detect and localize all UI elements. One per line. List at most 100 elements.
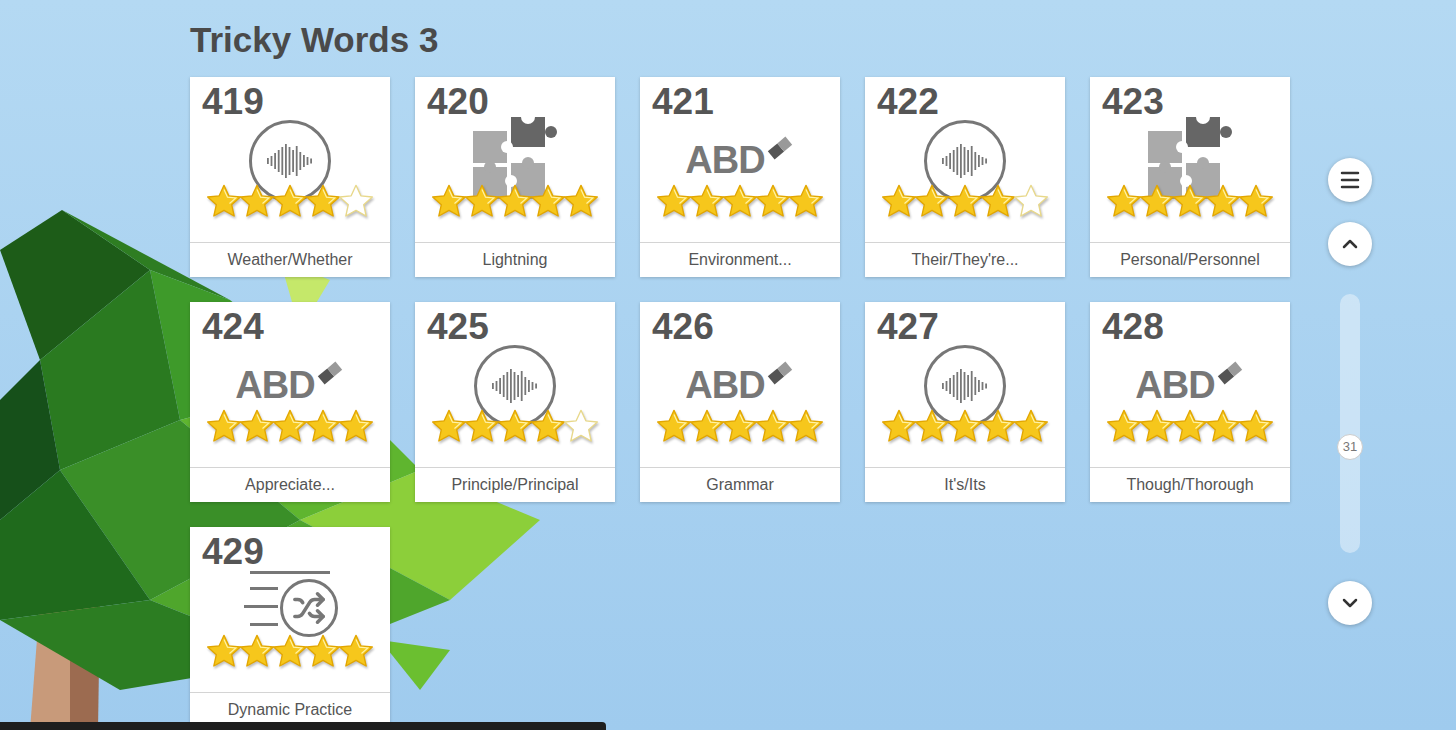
filled-star-icon: [428, 407, 470, 447]
filled-star-icon: [686, 182, 728, 222]
filled-star-icon: [1136, 407, 1178, 447]
lesson-grid: 419 Weather/Whether 420 Lightning 421ABDEnvi…: [190, 77, 1456, 727]
filled-star-icon: [203, 632, 245, 672]
star-rating: [1090, 407, 1290, 447]
shuffle-icon: [292, 591, 326, 625]
section-title: Tricky Words 3: [190, 20, 1456, 60]
star-rating: [415, 407, 615, 447]
lesson-number: 426: [640, 302, 840, 342]
filled-star-icon: [494, 407, 536, 447]
lesson-number: 424: [190, 302, 390, 342]
filled-star-icon: [977, 182, 1019, 222]
lesson-card[interactable]: 424ABDAppreciate...: [190, 302, 390, 502]
empty-star-icon: [1010, 182, 1052, 222]
lesson-card[interactable]: 421ABDEnvironment...: [640, 77, 840, 277]
lesson-number: 429: [190, 527, 390, 567]
empty-star-icon: [560, 407, 602, 447]
filled-star-icon: [302, 182, 344, 222]
lesson-card[interactable]: 429Dynamic Practice: [190, 527, 390, 727]
page: Tricky Words 3 419 Weather/Whether 420 Light…: [0, 0, 1456, 730]
lesson-label: Though/Thorough: [1090, 467, 1290, 502]
scroll-track[interactable]: 31: [1340, 294, 1360, 553]
spelling-icon: ABD: [1135, 366, 1244, 404]
filled-star-icon: [785, 182, 827, 222]
lesson-label: Lightning: [415, 242, 615, 277]
filled-star-icon: [494, 182, 536, 222]
star-rating: [1090, 182, 1290, 222]
lesson-label: Environment...: [640, 242, 840, 277]
filled-star-icon: [1103, 407, 1145, 447]
filled-star-icon: [752, 182, 794, 222]
filled-star-icon: [527, 182, 569, 222]
lesson-number: 428: [1090, 302, 1290, 342]
empty-star-icon: [335, 182, 377, 222]
lesson-card[interactable]: 420 Lightning: [415, 77, 615, 277]
star-rating: [190, 407, 390, 447]
filled-star-icon: [335, 407, 377, 447]
filled-star-icon: [944, 407, 986, 447]
scroll-up-button[interactable]: [1328, 222, 1372, 266]
filled-star-icon: [269, 182, 311, 222]
filled-star-icon: [269, 407, 311, 447]
chevron-up-icon: [1338, 232, 1362, 256]
filled-star-icon: [302, 407, 344, 447]
eraser-icon: [315, 358, 345, 388]
filled-star-icon: [236, 182, 278, 222]
filled-star-icon: [878, 182, 920, 222]
filled-star-icon: [236, 407, 278, 447]
lesson-label: Principle/Principal: [415, 467, 615, 502]
star-rating: [865, 182, 1065, 222]
spelling-icon: ABD: [685, 366, 794, 404]
lesson-card[interactable]: 422Their/They're...: [865, 77, 1065, 277]
lesson-card[interactable]: 423Personal/Personnel: [1090, 77, 1290, 277]
eraser-icon: [765, 358, 795, 388]
filled-star-icon: [878, 407, 920, 447]
filled-star-icon: [461, 407, 503, 447]
lesson-number: 425: [415, 302, 615, 342]
filled-star-icon: [302, 632, 344, 672]
lesson-number: 420: [415, 77, 615, 117]
filled-star-icon: [911, 182, 953, 222]
scroll-badge[interactable]: 31: [1337, 434, 1363, 460]
chevron-down-icon: [1338, 591, 1362, 615]
filled-star-icon: [653, 407, 695, 447]
spelling-icon: ABD: [235, 366, 344, 404]
filled-star-icon: [944, 182, 986, 222]
lesson-card[interactable]: 427It's/Its: [865, 302, 1065, 502]
star-rating: [640, 407, 840, 447]
filled-star-icon: [1202, 182, 1244, 222]
lesson-card[interactable]: 426ABDGrammar: [640, 302, 840, 502]
eraser-icon: [1215, 358, 1245, 388]
filled-star-icon: [1202, 407, 1244, 447]
menu-button[interactable]: [1328, 158, 1372, 202]
menu-icon: [1338, 168, 1362, 192]
lesson-label: Weather/Whether: [190, 242, 390, 277]
filled-star-icon: [1235, 182, 1277, 222]
bottom-bar: [0, 722, 606, 730]
lesson-label: Personal/Personnel: [1090, 242, 1290, 277]
filled-star-icon: [1010, 407, 1052, 447]
filled-star-icon: [1103, 182, 1145, 222]
filled-star-icon: [461, 182, 503, 222]
scroll-controls: 31: [1328, 158, 1372, 625]
filled-star-icon: [653, 182, 695, 222]
lesson-card[interactable]: 419 Weather/Whether: [190, 77, 390, 277]
scroll-down-button[interactable]: [1328, 581, 1372, 625]
filled-star-icon: [719, 182, 761, 222]
lesson-label: Their/They're...: [865, 242, 1065, 277]
filled-star-icon: [203, 407, 245, 447]
lesson-card[interactable]: 425 Principle/Principal: [415, 302, 615, 502]
filled-star-icon: [752, 407, 794, 447]
filled-star-icon: [785, 407, 827, 447]
star-rating: [640, 182, 840, 222]
lesson-number: 419: [190, 77, 390, 117]
filled-star-icon: [335, 632, 377, 672]
filled-star-icon: [1136, 182, 1178, 222]
filled-star-icon: [911, 407, 953, 447]
filled-star-icon: [527, 407, 569, 447]
filled-star-icon: [686, 407, 728, 447]
filled-star-icon: [428, 182, 470, 222]
lesson-card[interactable]: 428 ABD Though/Thorough: [1090, 302, 1290, 502]
lesson-label: It's/Its: [865, 467, 1065, 502]
filled-star-icon: [1235, 407, 1277, 447]
